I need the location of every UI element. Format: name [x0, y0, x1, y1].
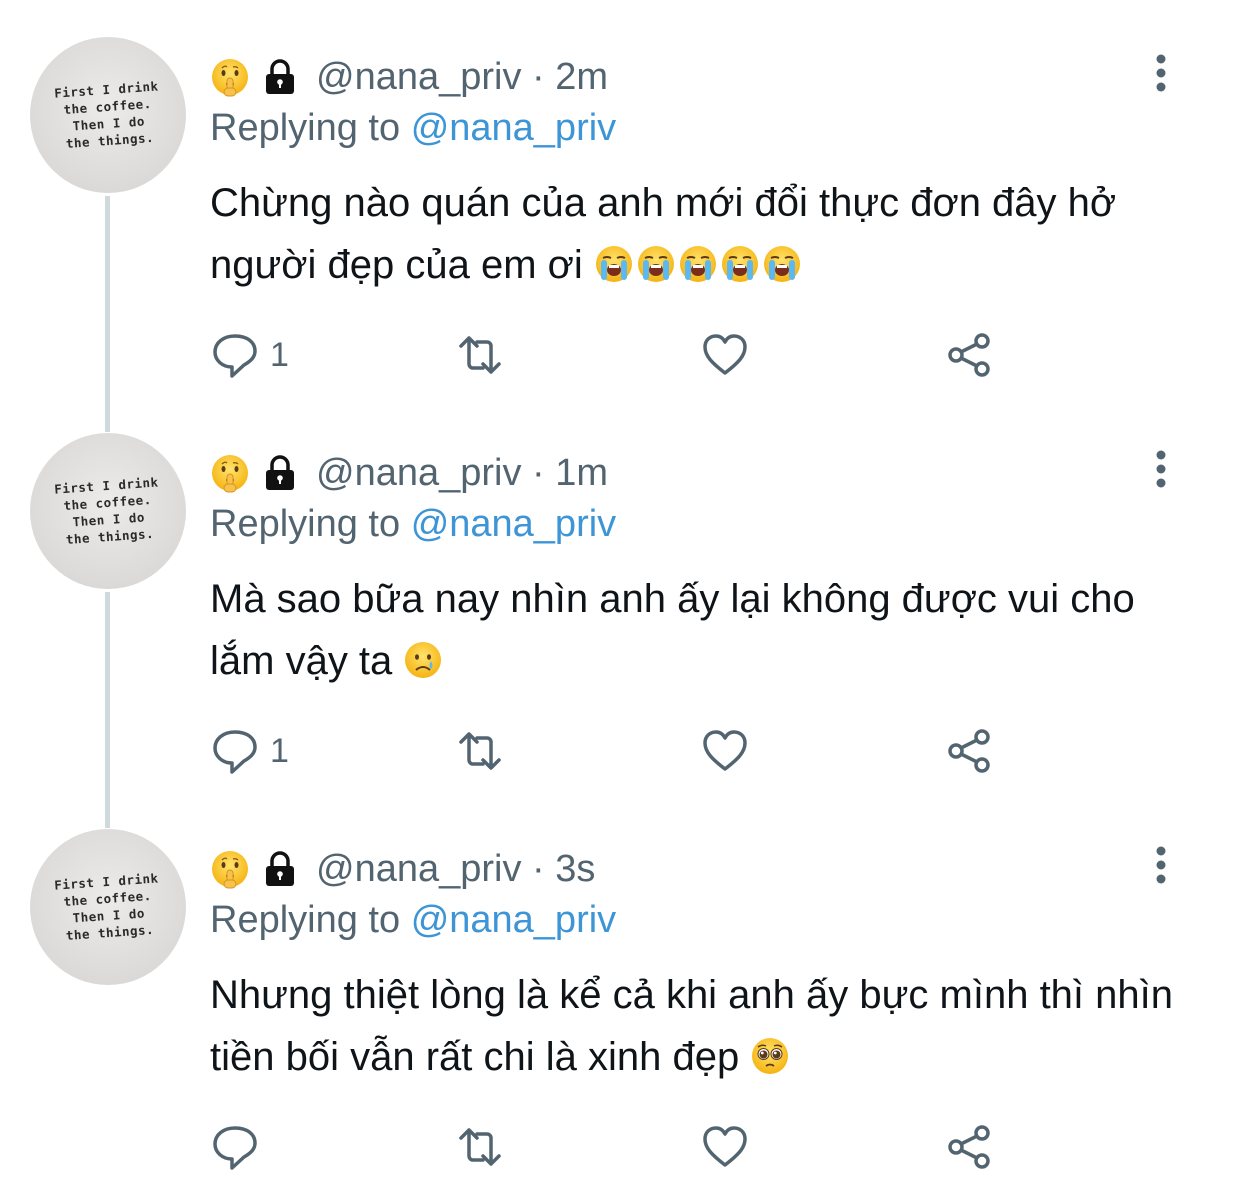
user-handle[interactable]: @nana_priv [316, 452, 521, 494]
retweet-button[interactable] [455, 330, 505, 380]
avatar[interactable]: First I drink the coffee. Then I do the … [30, 37, 186, 193]
loudly-crying-face-icon [762, 244, 802, 284]
replying-prefix: Replying to [210, 503, 401, 545]
loudly-crying-face-icon [636, 244, 676, 284]
like-button[interactable] [700, 1122, 750, 1172]
separator: · [532, 847, 545, 890]
separator: · [532, 451, 545, 494]
avatar-text: First I drink the coffee. Then I do the … [53, 474, 159, 547]
avatar-text: First I drink the coffee. Then I do the … [53, 870, 159, 943]
tweet-text: Mà sao bữa nay nhìn anh ấy lại không đượ… [210, 568, 1210, 692]
loudly-crying-face-icon [720, 244, 760, 284]
more-vertical-icon[interactable] [1146, 844, 1176, 886]
tweet[interactable]: First I drink the coffee. Then I do the … [0, 396, 1242, 792]
share-button[interactable] [945, 726, 995, 776]
tweet-text: Nhưng thiệt lòng là kể cả khi anh ấy bực… [210, 964, 1210, 1088]
tweet-header: @nana_priv · 2m [210, 52, 608, 102]
crying-face-icon [403, 640, 443, 680]
tweet-actions: 1 [210, 330, 1010, 386]
loudly-crying-face-icon [678, 244, 718, 284]
tweet-text-content: Mà sao bữa nay nhìn anh ấy lại không đượ… [210, 577, 1135, 683]
retweet-button[interactable] [455, 1122, 505, 1172]
timestamp[interactable]: 1m [555, 452, 608, 494]
share-icon [948, 729, 990, 773]
lock-icon [260, 849, 300, 889]
replying-prefix: Replying to [210, 899, 401, 941]
tweet-header: @nana_priv · 1m [210, 448, 608, 498]
share-button[interactable] [945, 330, 995, 380]
replying-prefix: Replying to [210, 107, 401, 149]
shushing-face-icon [210, 849, 250, 889]
share-icon [948, 1125, 990, 1169]
avatar[interactable]: First I drink the coffee. Then I do the … [30, 433, 186, 589]
retweet-icon [459, 732, 501, 770]
replying-handle-link[interactable]: @nana_priv [411, 899, 616, 941]
like-button[interactable] [700, 330, 750, 380]
loudly-crying-face-icon [594, 244, 634, 284]
replying-handle-link[interactable]: @nana_priv [411, 503, 616, 545]
tweet-text-content: Nhưng thiệt lòng là kể cả khi anh ấy bực… [210, 973, 1174, 1079]
like-button[interactable] [700, 726, 750, 776]
separator: · [532, 55, 545, 98]
heart-icon [703, 334, 747, 375]
lock-icon [260, 453, 300, 493]
lock-icon [260, 57, 300, 97]
reply-button[interactable]: 1 [210, 726, 289, 776]
reply-icon [213, 334, 257, 378]
tweet-actions [210, 1122, 1010, 1178]
avatar-text: First I drink the coffee. Then I do the … [53, 78, 159, 151]
heart-icon [703, 730, 747, 771]
shushing-face-icon [210, 57, 250, 97]
share-button[interactable] [945, 1122, 995, 1172]
user-handle[interactable]: @nana_priv [316, 848, 521, 890]
retweet-button[interactable] [455, 726, 505, 776]
reply-count: 1 [270, 731, 289, 770]
reply-button[interactable]: 1 [210, 330, 289, 380]
tweet-header: @nana_priv · 3s [210, 844, 595, 894]
avatar[interactable]: First I drink the coffee. Then I do the … [30, 829, 186, 985]
replying-handle-link[interactable]: @nana_priv [411, 107, 616, 149]
pleading-face-icon [750, 1036, 790, 1076]
tweet-text: Chừng nào quán của anh mới đổi thực đơn … [210, 172, 1210, 296]
reply-icon [213, 1126, 257, 1170]
reply-count: 1 [270, 335, 289, 374]
shushing-face-icon [210, 453, 250, 493]
tweet-actions: 1 [210, 726, 1010, 782]
share-icon [948, 333, 990, 377]
timestamp[interactable]: 2m [555, 56, 608, 98]
reply-icon [213, 730, 257, 774]
heart-icon [703, 1126, 747, 1167]
tweet[interactable]: First I drink the coffee. Then I do the … [0, 0, 1242, 396]
user-handle[interactable]: @nana_priv [316, 56, 521, 98]
replying-to: Replying to @nana_priv [210, 107, 616, 150]
retweet-icon [459, 336, 501, 374]
replying-to: Replying to @nana_priv [210, 503, 616, 546]
more-vertical-icon[interactable] [1146, 448, 1176, 490]
retweet-icon [459, 1128, 501, 1166]
more-vertical-icon[interactable] [1146, 52, 1176, 94]
reply-button[interactable] [210, 1122, 270, 1172]
tweet[interactable]: First I drink the coffee. Then I do the … [0, 792, 1242, 1188]
replying-to: Replying to @nana_priv [210, 899, 616, 942]
timestamp[interactable]: 3s [555, 848, 595, 890]
